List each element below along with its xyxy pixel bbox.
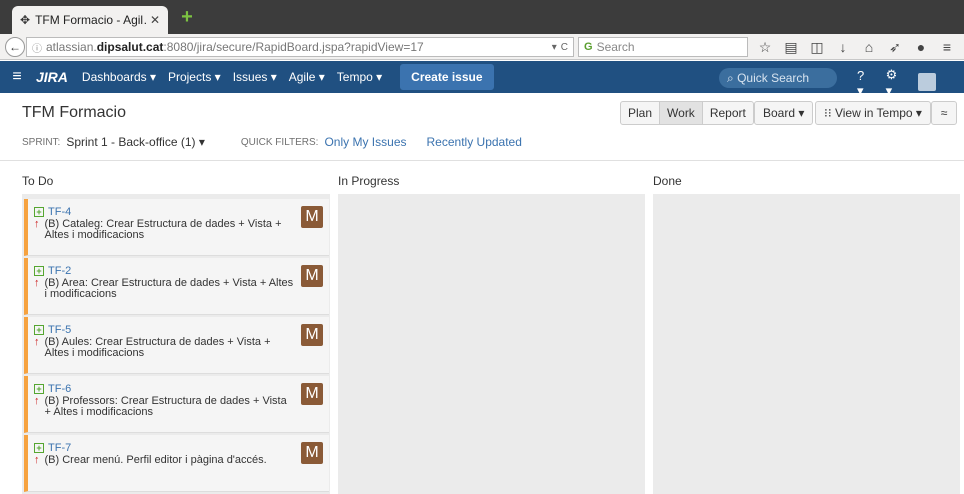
issue-card[interactable]: + TF-5 ↑ (B) Aules: Crear Estructura de da… xyxy=(24,317,329,374)
app-switcher-icon[interactable]: ≡ xyxy=(4,68,30,86)
issue-summary: (B) Crear menú. Perfil editor i pàgina d… xyxy=(44,454,267,466)
browser-nav-bar: ← ⓘ atlassian.dipsalut.cat:8080/jira/sec… xyxy=(0,34,964,60)
quick-search-placeholder: Quick Search xyxy=(737,71,810,85)
issue-summary: (B) Professors: Crear Estructura de dade… xyxy=(44,395,287,418)
home-icon[interactable]: ⌂ xyxy=(856,38,882,56)
create-issue-button[interactable]: Create issue xyxy=(400,64,494,90)
reload-icon[interactable]: C xyxy=(561,42,568,53)
work-mode-button[interactable]: Work xyxy=(660,102,703,124)
column-in-progress xyxy=(338,194,645,494)
column-header-in-progress: In Progress xyxy=(338,174,400,188)
issue-summary: (B) Cataleg: Crear Estructura de dades +… xyxy=(44,218,282,241)
url-path: :8080/jira/secure/RapidBoard.jspa?rapidV… xyxy=(163,40,424,54)
reading-list-icon[interactable]: ▤ xyxy=(778,38,804,56)
issue-key[interactable]: TF-7 xyxy=(48,442,71,454)
browser-search-bar[interactable]: G Search xyxy=(578,37,748,57)
back-icon[interactable]: ← xyxy=(5,37,25,57)
story-icon: + xyxy=(34,207,44,217)
menu-projects[interactable]: Projects ▾ xyxy=(168,70,221,84)
menu-icon[interactable]: ≡ xyxy=(934,38,960,56)
priority-high-icon: ↑ xyxy=(34,277,40,289)
star-icon[interactable]: ☆ xyxy=(752,38,778,56)
jira-header: ≡ JIRA Dashboards ▾ Projects ▾ Issues ▾ … xyxy=(0,61,964,98)
browser-toolbar-icons: ☆ ▤ ◫ ↓ ⌂ ➶ ● ≡ xyxy=(752,38,960,56)
header-right-icons: ? ▾ ⚙ ▾ xyxy=(857,67,964,99)
plan-mode-button[interactable]: Plan xyxy=(621,102,661,124)
issue-card[interactable]: + TF-4 ↑ (B) Cataleg: Crear Estructura de … xyxy=(24,199,329,256)
user-avatar[interactable] xyxy=(918,72,950,94)
jira-favicon-icon: ✥ xyxy=(20,13,31,27)
column-header-todo: To Do xyxy=(22,174,54,188)
pocket-icon[interactable]: ◫ xyxy=(804,38,830,56)
collapse-header-icon[interactable]: ≈ xyxy=(931,101,957,125)
chat-icon[interactable]: ● xyxy=(908,38,934,56)
settings-gear-icon[interactable]: ⚙ ▾ xyxy=(886,67,904,99)
priority-high-icon: ↑ xyxy=(34,336,40,348)
priority-high-icon: ↑ xyxy=(34,395,40,407)
browser-tab[interactable]: ✥ TFM Formacio - Agil… ✕ xyxy=(12,6,168,34)
story-icon: + xyxy=(34,266,44,276)
help-icon[interactable]: ? ▾ xyxy=(857,68,872,99)
issue-key[interactable]: TF-6 xyxy=(48,383,71,395)
quick-filter-recently-updated[interactable]: Recently Updated xyxy=(427,135,522,149)
priority-high-icon: ↑ xyxy=(34,218,40,230)
assignee-avatar: M xyxy=(301,206,323,228)
site-info-icon[interactable]: ⓘ xyxy=(32,40,42,55)
tab-close-icon[interactable]: ✕ xyxy=(150,13,160,27)
send-icon[interactable]: ➶ xyxy=(882,38,908,56)
column-done xyxy=(653,194,960,494)
tempo-grid-icon: ⁝⁝ xyxy=(824,106,835,120)
header-divider xyxy=(0,160,964,161)
issue-key[interactable]: TF-4 xyxy=(48,206,71,218)
board-filters: SPRINT: Sprint 1 - Back-office (1) ▾ QUI… xyxy=(22,135,542,149)
jira-logo[interactable]: JIRA xyxy=(36,69,68,85)
issue-key[interactable]: TF-2 xyxy=(48,265,71,277)
quick-filters-label: QUICK FILTERS: xyxy=(240,136,319,148)
issue-card[interactable]: + TF-2 ↑ (B) Area: Crear Estructura de dad… xyxy=(24,258,329,315)
board-mode-switcher: Plan Work Report xyxy=(620,101,754,125)
report-mode-button[interactable]: Report xyxy=(703,102,753,124)
story-icon: + xyxy=(34,443,44,453)
page-title: TFM Formacio xyxy=(22,104,126,121)
browser-tab-bar: ✥ TFM Formacio - Agil… ✕ + xyxy=(0,0,964,34)
menu-agile[interactable]: Agile ▾ xyxy=(289,70,325,84)
issue-summary: (B) Area: Crear Estructura de dades + Vi… xyxy=(44,277,294,300)
assignee-avatar: M xyxy=(301,442,323,464)
story-icon: + xyxy=(34,325,44,335)
menu-tempo[interactable]: Tempo ▾ xyxy=(337,70,382,84)
issue-card[interactable]: + TF-7 ↑ (B) Crear menú. Perfil editor i p… xyxy=(24,435,329,492)
assignee-avatar: M xyxy=(301,383,323,405)
url-host: dipsalut.cat xyxy=(96,40,164,54)
column-header-done: Done xyxy=(653,174,682,188)
board-button[interactable]: Board ▾ xyxy=(754,101,814,125)
sprint-label: SPRINT: xyxy=(22,136,61,148)
url-text: atlassian.dipsalut.cat:8080/jira/secure/… xyxy=(46,40,548,54)
search-engine-icon: G xyxy=(584,41,593,53)
assignee-avatar: M xyxy=(301,324,323,346)
tab-title: TFM Formacio - Agil… xyxy=(35,13,146,27)
story-icon: + xyxy=(34,384,44,394)
url-dropdown-icon[interactable]: ▾ xyxy=(552,42,557,53)
issue-key[interactable]: TF-5 xyxy=(48,324,71,336)
download-icon[interactable]: ↓ xyxy=(830,38,856,56)
priority-high-icon: ↑ xyxy=(34,454,40,466)
issue-card[interactable]: + TF-6 ↑ (B) Professors: Crear Estructura … xyxy=(24,376,329,433)
menu-issues[interactable]: Issues ▾ xyxy=(233,70,277,84)
search-icon: ⌕ xyxy=(727,71,738,85)
sprint-selector[interactable]: Sprint 1 - Back-office (1) ▾ xyxy=(66,135,205,149)
url-prefix: atlassian. xyxy=(46,40,97,54)
search-placeholder: Search xyxy=(596,40,635,54)
view-in-tempo-label: View in Tempo ▾ xyxy=(834,106,922,120)
assignee-avatar: M xyxy=(301,265,323,287)
view-in-tempo-button[interactable]: ⁝⁝ View in Tempo ▾ xyxy=(815,101,931,125)
url-bar[interactable]: ⓘ atlassian.dipsalut.cat:8080/jira/secur… xyxy=(26,37,574,57)
issue-summary: (B) Aules: Crear Estructura de dades + V… xyxy=(44,336,271,359)
menu-dashboards[interactable]: Dashboards ▾ xyxy=(82,70,156,84)
new-tab-icon[interactable]: + xyxy=(178,7,196,27)
quick-search-input[interactable]: ⌕ Quick Search xyxy=(719,68,837,88)
quick-filter-only-my-issues[interactable]: Only My Issues xyxy=(324,135,406,149)
